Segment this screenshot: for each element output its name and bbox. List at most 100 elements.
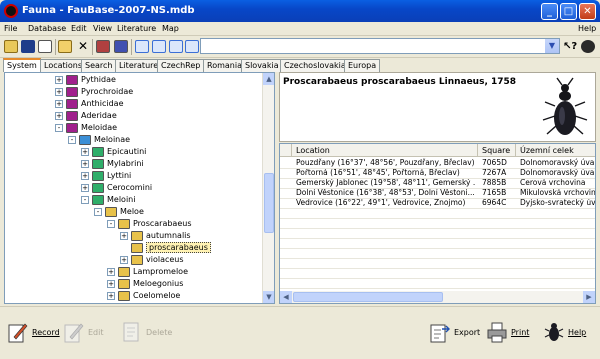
menu-database[interactable]: Database xyxy=(28,24,66,33)
view-details-icon[interactable] xyxy=(152,40,166,53)
tree-node[interactable]: + Meloegonius xyxy=(5,278,260,290)
beetle-icon[interactable] xyxy=(581,40,595,53)
open-folder-icon[interactable] xyxy=(4,40,18,53)
tree-node[interactable]: + Cerocomini xyxy=(5,182,260,194)
expand-icon[interactable]: + xyxy=(55,100,63,108)
new-folder-icon[interactable] xyxy=(58,40,72,53)
expand-icon[interactable]: + xyxy=(120,232,128,240)
column-uzemni-celek[interactable]: Územní celek xyxy=(516,144,595,157)
tree-node[interactable]: + Mylabrini xyxy=(5,158,260,170)
tab-locations[interactable]: Locations xyxy=(40,59,87,72)
tab-czechrep[interactable]: CzechRep xyxy=(157,59,205,72)
tree-vertical-scrollbar[interactable]: ▲ ▼ xyxy=(262,73,274,303)
maximize-button[interactable]: □ xyxy=(560,3,577,20)
table-row[interactable]: Pouzdřany (16°37', 48°56', Pouzdřany, Bř… xyxy=(280,158,595,168)
table-row[interactable]: Gemerský Jablonec (19°58', 48°11', Gemer… xyxy=(280,178,585,188)
tree-node[interactable]: - Meloini xyxy=(5,194,260,206)
tree-node-label: Lyttini xyxy=(107,171,132,180)
expand-icon[interactable]: + xyxy=(81,184,89,192)
delete-icon[interactable]: ✕ xyxy=(76,40,90,53)
book-blue-icon[interactable] xyxy=(114,40,128,53)
table-row[interactable]: Pořtorná (16°51', 48°45', Pořtorná, Břec… xyxy=(280,168,595,178)
tab-system[interactable]: System xyxy=(3,58,41,72)
chevron-down-icon[interactable]: ▼ xyxy=(545,39,559,53)
table-cell: Dolnomoravský úval xyxy=(520,158,596,167)
expand-icon[interactable]: + xyxy=(55,88,63,96)
table-row[interactable]: Dolní Věstonice (16°38', 48°53', Dolní V… xyxy=(280,188,595,198)
collapse-icon[interactable]: - xyxy=(107,220,115,228)
menu-view[interactable]: View xyxy=(93,24,112,33)
table-cell: Pořtorná (16°51', 48°45', Pořtorná, Břec… xyxy=(296,168,460,177)
minimize-button[interactable]: _ xyxy=(541,3,558,20)
menu-literature[interactable]: Literature xyxy=(117,24,156,33)
view-list-icon[interactable] xyxy=(135,40,149,53)
genus-folder-icon xyxy=(118,279,130,289)
taxonomy-tree[interactable]: + Pythidae + Pyrochroidae + Anthicidae + Aderid… xyxy=(4,72,275,304)
search-combo[interactable]: ▼ xyxy=(200,38,560,54)
help-pointer-icon[interactable]: ↖? xyxy=(563,40,577,53)
tree-node-label: Anthicidae xyxy=(81,99,124,108)
column-square[interactable]: Square xyxy=(478,144,516,157)
expand-icon[interactable]: + xyxy=(107,292,115,300)
tree-node[interactable]: + Lampromeloe xyxy=(5,266,260,278)
tree-node[interactable]: + Epicautini xyxy=(5,146,260,158)
column-location[interactable]: Location xyxy=(292,144,478,157)
row-indicator-header xyxy=(280,144,292,157)
scroll-right-icon[interactable]: ▶ xyxy=(583,291,595,303)
scroll-thumb[interactable] xyxy=(264,173,274,233)
tree-node[interactable]: + Lyttini xyxy=(5,170,260,182)
tab-czechoslovakia[interactable]: Czechoslovakia xyxy=(280,59,350,72)
expand-icon[interactable]: + xyxy=(107,268,115,276)
menu-help[interactable]: Help xyxy=(578,24,596,33)
view-tiles-icon[interactable] xyxy=(185,40,199,53)
tree-node[interactable]: + Aderidae xyxy=(5,110,260,122)
menu-file[interactable]: File xyxy=(4,24,17,33)
tree-node-label: Pyrochroidae xyxy=(81,87,134,96)
locations-table[interactable]: Location Square Územní celek Pouzdřany (… xyxy=(279,143,596,304)
menu-map[interactable]: Map xyxy=(162,24,179,33)
tree-node[interactable]: + Pythidae xyxy=(5,74,260,86)
tree-node[interactable]: - Proscarabaeus xyxy=(5,218,260,230)
save-icon[interactable] xyxy=(21,40,35,53)
expand-icon[interactable]: + xyxy=(120,256,128,264)
expand-icon[interactable]: + xyxy=(81,172,89,180)
expand-icon[interactable]: + xyxy=(55,76,63,84)
tree-node[interactable]: + Pyrochroidae xyxy=(5,86,260,98)
menu-edit[interactable]: Edit xyxy=(71,24,87,33)
table-horizontal-scrollbar[interactable]: ◀ ▶ xyxy=(280,291,595,303)
beetle-photo xyxy=(542,77,588,135)
tab-romania[interactable]: Romania xyxy=(203,59,246,72)
tree-node[interactable]: - Meloinae xyxy=(5,134,260,146)
scroll-down-icon[interactable]: ▼ xyxy=(263,291,274,303)
tree-node[interactable]: +Listromeloe xyxy=(5,302,260,303)
tree-node[interactable]: + Coelomeloe xyxy=(5,290,260,302)
tree-node[interactable]: - Meloe xyxy=(5,206,260,218)
scroll-left-icon[interactable]: ◀ xyxy=(280,291,292,303)
tab-literature[interactable]: Literature xyxy=(115,59,163,72)
tree-node[interactable]: proscarabaeus xyxy=(5,242,260,254)
table-row[interactable]: Vedrovice (16°22', 49°1', Vedrovice, Zno… xyxy=(280,198,595,208)
tree-node[interactable]: + autumnalis xyxy=(5,230,260,242)
expand-icon[interactable]: + xyxy=(81,160,89,168)
tree-node[interactable]: - Meloidae xyxy=(5,122,260,134)
collapse-icon[interactable]: - xyxy=(81,196,89,204)
collapse-icon[interactable]: - xyxy=(68,136,76,144)
new-document-icon[interactable] xyxy=(38,40,52,53)
collapse-icon[interactable]: - xyxy=(94,208,102,216)
tree-node[interactable]: + Anthicidae xyxy=(5,98,260,110)
view-grid-icon[interactable] xyxy=(169,40,183,53)
tree-node[interactable]: + violaceus xyxy=(5,254,260,266)
expand-icon[interactable]: + xyxy=(55,112,63,120)
expand-icon[interactable]: + xyxy=(81,148,89,156)
expand-icon[interactable]: + xyxy=(107,280,115,288)
table-cell: 7885B xyxy=(482,178,507,187)
tab-search[interactable]: Search xyxy=(81,59,117,72)
collapse-icon[interactable]: - xyxy=(55,124,63,132)
tab-europa[interactable]: Europa xyxy=(344,59,381,72)
table-cell: Gemerský Jablonec (19°58', 48°11', Gemer… xyxy=(296,178,476,187)
tab-slovakia[interactable]: Slovakia xyxy=(241,59,283,72)
scroll-up-icon[interactable]: ▲ xyxy=(263,73,274,85)
book-red-icon[interactable] xyxy=(96,40,110,53)
close-button[interactable]: ✕ xyxy=(579,3,596,20)
scroll-thumb[interactable] xyxy=(293,292,443,302)
